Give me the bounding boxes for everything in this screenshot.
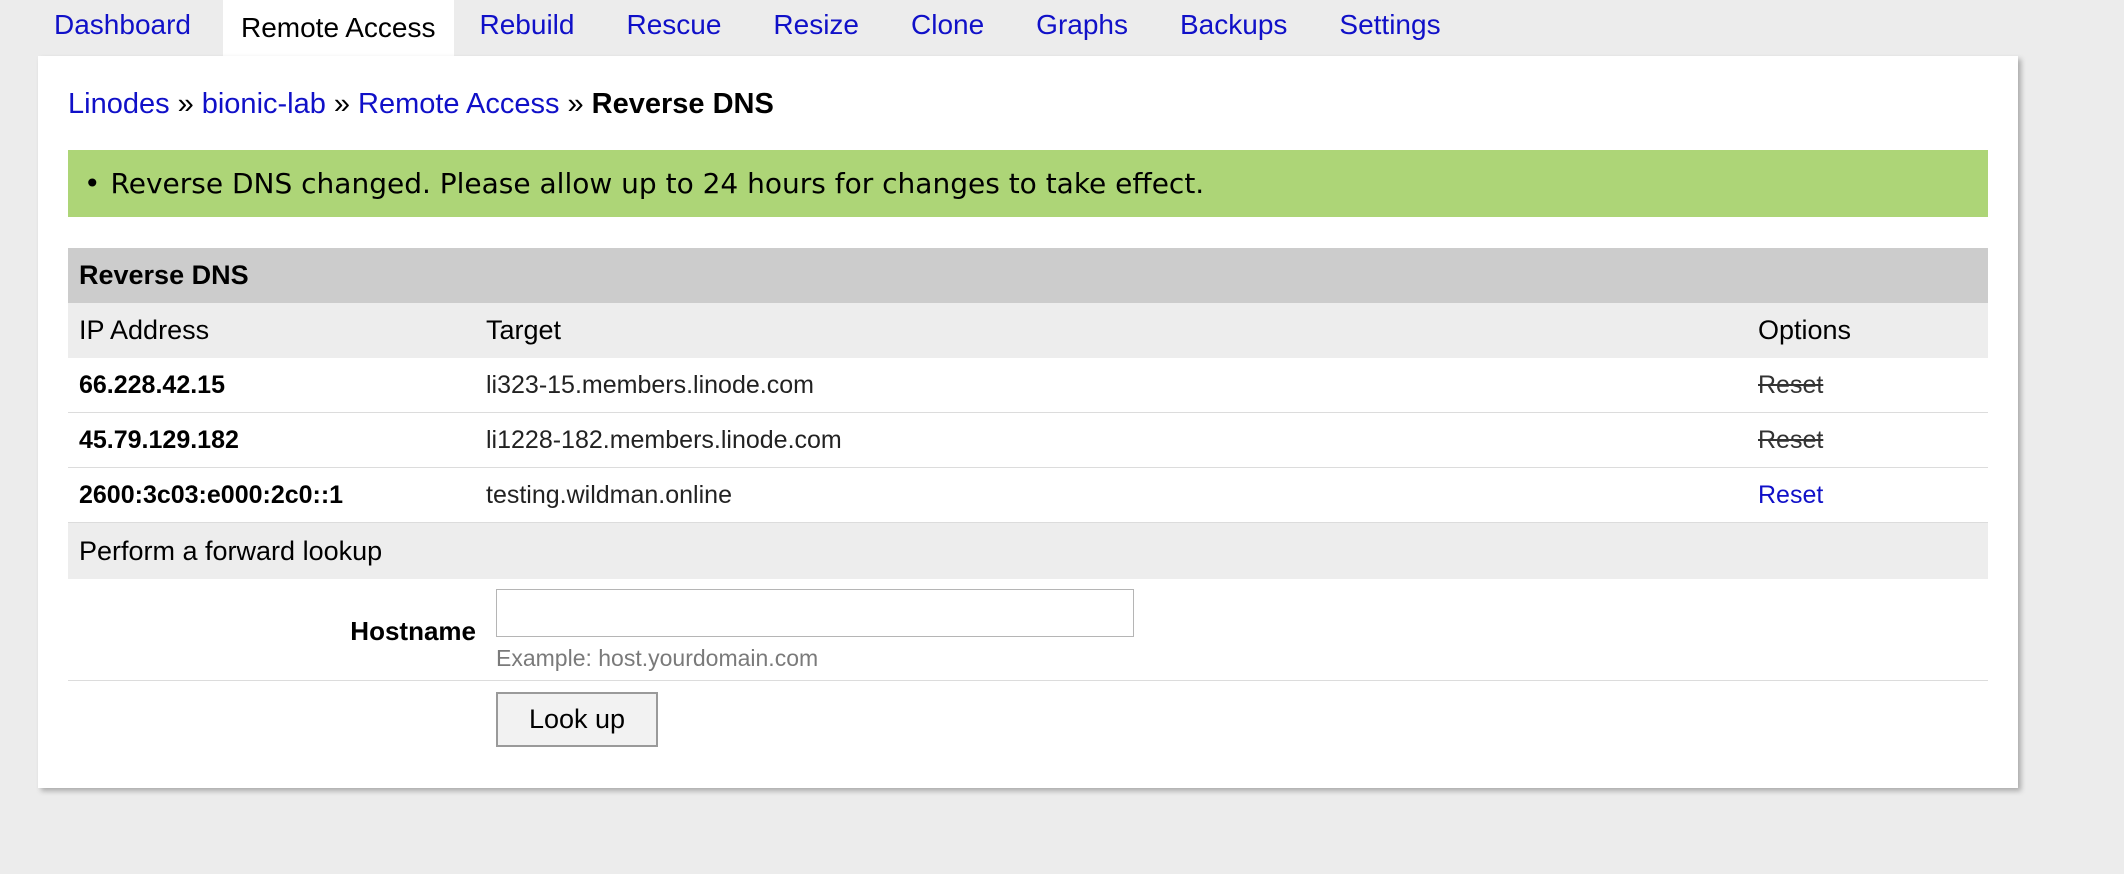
tab-remote-access[interactable]: Remote Access <box>222 0 454 56</box>
notice-bullet: • <box>84 167 101 200</box>
reverse-dns-table: Reverse DNS IP Address Target Options 66… <box>68 248 1988 761</box>
tab-dashboard[interactable]: Dashboard <box>28 0 217 50</box>
table-row: 2600:3c03:e000:2c0::1 testing.wildman.on… <box>68 468 1988 523</box>
breadcrumb-bionic-lab[interactable]: bionic-lab <box>202 88 326 120</box>
forward-lookup-heading: Perform a forward lookup <box>68 523 1988 579</box>
tab-graphs[interactable]: Graphs <box>1010 0 1154 50</box>
button-row: Look up <box>68 681 1988 761</box>
tab-backups[interactable]: Backups <box>1154 0 1313 50</box>
tab-rescue[interactable]: Rescue <box>600 0 747 50</box>
tab-rebuild[interactable]: Rebuild <box>460 0 601 50</box>
table-row: 45.79.129.182 li1228-182.members.linode.… <box>68 413 1988 468</box>
column-header-target: Target <box>486 315 562 345</box>
rdns-target: li323-15.members.linode.com <box>486 370 814 399</box>
table-title: Reverse DNS <box>68 248 1988 303</box>
breadcrumb-separator: » <box>567 88 584 120</box>
notice-text: Reverse DNS changed. Please allow up to … <box>110 167 1205 200</box>
ip-address: 2600:3c03:e000:2c0::1 <box>79 480 344 509</box>
breadcrumb-current: Reverse DNS <box>591 88 774 120</box>
ip-address: 66.228.42.15 <box>79 370 225 399</box>
column-header-ip: IP Address <box>79 315 210 345</box>
reset-link-disabled: Reset <box>1758 370 1824 399</box>
tab-resize[interactable]: Resize <box>747 0 885 50</box>
hostname-label: Hostname <box>350 616 476 646</box>
rdns-target: li1228-182.members.linode.com <box>486 425 842 454</box>
look-up-button[interactable]: Look up <box>496 692 658 747</box>
ip-address: 45.79.129.182 <box>79 425 239 454</box>
breadcrumb-separator: » <box>333 88 351 120</box>
tab-clone[interactable]: Clone <box>885 0 1010 50</box>
table-header-row: IP Address Target Options <box>68 303 1988 358</box>
breadcrumb: Linodes» bionic-lab» Remote Access» Reverse… <box>68 88 774 121</box>
hostname-form-row: Hostname Example: host.yourdomain.com <box>68 579 1988 681</box>
tab-settings[interactable]: Settings <box>1313 0 1466 50</box>
content-panel: Linodes» bionic-lab» Remote Access» Reverse… <box>38 56 2018 788</box>
rdns-target: testing.wildman.online <box>486 480 732 509</box>
breadcrumb-remote-access[interactable]: Remote Access <box>358 88 559 120</box>
reset-link-disabled: Reset <box>1758 425 1824 454</box>
success-notice: • Reverse DNS changed. Please allow up t… <box>68 150 1988 217</box>
breadcrumb-separator: » <box>177 88 194 120</box>
column-header-options: Options <box>1758 315 1852 345</box>
breadcrumb-linodes[interactable]: Linodes <box>68 88 170 120</box>
tab-bar: Dashboard Remote Access Rebuild Rescue R… <box>28 0 1467 56</box>
reset-link[interactable]: Reset <box>1758 481 1823 509</box>
hostname-hint: Example: host.yourdomain.com <box>496 645 819 671</box>
table-row: 66.228.42.15 li323-15.members.linode.com… <box>68 358 1988 413</box>
hostname-input[interactable] <box>496 589 1134 637</box>
